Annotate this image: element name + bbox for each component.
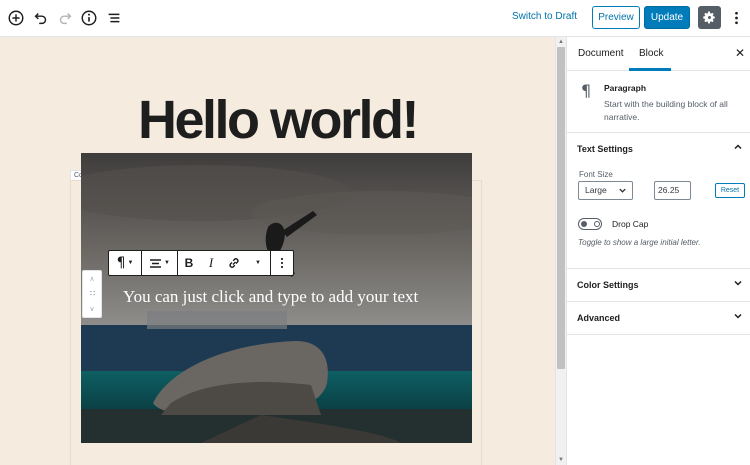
- caret-down-icon: ▼: [164, 260, 170, 266]
- block-card-title: Paragraph: [604, 83, 647, 93]
- text-settings-title: Text Settings: [577, 144, 633, 154]
- caret-down-icon: ▼: [127, 260, 134, 266]
- update-button[interactable]: Update: [644, 6, 690, 29]
- link-button[interactable]: [222, 251, 246, 275]
- bold-button[interactable]: B: [178, 251, 200, 275]
- drop-cap-help: Toggle to show a large initial letter.: [578, 238, 701, 247]
- text-settings-toggle[interactable]: Text Settings: [567, 133, 750, 165]
- link-icon: [229, 258, 239, 268]
- chevron-up-icon: [733, 142, 743, 154]
- scroll-up-arrow-icon[interactable]: ▲: [556, 37, 566, 47]
- block-card-description: Start with the building block of all nar…: [604, 99, 728, 122]
- italic-button[interactable]: I: [200, 251, 222, 275]
- drop-cap-toggle[interactable]: [578, 218, 602, 230]
- editor-header: Switch to Draft Preview Update: [0, 0, 750, 37]
- move-down-button[interactable]: ∨: [83, 301, 101, 316]
- switch-to-draft-button[interactable]: Switch to Draft: [512, 11, 577, 22]
- scroll-thumb[interactable]: [557, 47, 565, 369]
- color-settings-toggle[interactable]: Color Settings: [567, 269, 750, 301]
- font-size-reset-button[interactable]: Reset: [715, 183, 745, 198]
- more-vertical-icon: [734, 11, 738, 25]
- block-mover: ∧ ∷ ∨: [82, 270, 102, 318]
- add-block-icon[interactable]: [6, 8, 26, 28]
- caret-down-icon: ▼: [255, 260, 261, 266]
- tab-document[interactable]: Document: [578, 48, 624, 59]
- undo-icon[interactable]: [31, 8, 51, 28]
- font-size-label: Font Size: [579, 170, 613, 179]
- paragraph-icon: ¶: [116, 255, 126, 271]
- chevron-down-icon: [733, 311, 743, 323]
- list-view-icon[interactable]: [104, 8, 124, 28]
- scroll-down-arrow-icon[interactable]: ▼: [556, 455, 566, 465]
- settings-button[interactable]: [698, 6, 721, 29]
- italic-icon: I: [208, 255, 214, 270]
- drag-handle-icon: ∷: [89, 289, 95, 298]
- redo-icon[interactable]: [55, 8, 75, 28]
- block-options-button[interactable]: [271, 251, 293, 275]
- block-type-button[interactable]: ¶ ▼: [109, 251, 141, 275]
- font-size-select[interactable]: Large: [578, 181, 633, 200]
- block-toolbar: ¶ ▼ ▼ B I ▼: [108, 250, 294, 276]
- font-size-select-value: Large: [585, 185, 607, 195]
- more-options-button[interactable]: [728, 8, 744, 28]
- chevron-down-icon: [733, 278, 743, 290]
- gear-icon: [703, 11, 715, 24]
- sidebar-tabs: Document Block ✕: [567, 37, 750, 71]
- chevron-down-icon: [618, 182, 627, 201]
- drop-cap-label: Drop Cap: [612, 219, 649, 229]
- color-settings-title: Color Settings: [577, 280, 639, 290]
- settings-sidebar: Document Block ✕ ¶ Paragraph Start with …: [566, 37, 750, 465]
- bold-icon: B: [184, 256, 194, 270]
- editor-scrollbar[interactable]: ▲ ▼: [555, 37, 566, 465]
- more-rich-text-button[interactable]: ▼: [246, 251, 268, 275]
- tab-block[interactable]: Block: [639, 48, 663, 59]
- toggle-knob: [581, 221, 587, 227]
- chevron-up-icon: ∧: [89, 275, 95, 283]
- drag-handle[interactable]: ∷: [83, 286, 101, 301]
- cover-text[interactable]: You can just click and type to add your …: [123, 287, 418, 307]
- align-button[interactable]: ▼: [142, 251, 177, 275]
- font-size-number-input[interactable]: 26.25: [654, 181, 691, 200]
- chevron-down-icon: ∨: [89, 305, 95, 313]
- move-up-button[interactable]: ∧: [83, 271, 101, 286]
- info-icon[interactable]: [79, 8, 99, 28]
- more-vertical-icon: [280, 257, 284, 269]
- panel-divider: [567, 334, 750, 335]
- align-center-icon: [150, 258, 162, 268]
- toggle-off-indicator: [594, 221, 600, 227]
- advanced-toggle[interactable]: Advanced: [567, 302, 750, 334]
- preview-button[interactable]: Preview: [592, 6, 640, 29]
- close-icon[interactable]: ✕: [735, 46, 745, 60]
- advanced-title: Advanced: [577, 313, 621, 323]
- paragraph-icon: ¶: [581, 81, 592, 100]
- block-card: ¶ Paragraph Start with the building bloc…: [567, 71, 750, 133]
- post-title[interactable]: Hello world!: [0, 89, 555, 151]
